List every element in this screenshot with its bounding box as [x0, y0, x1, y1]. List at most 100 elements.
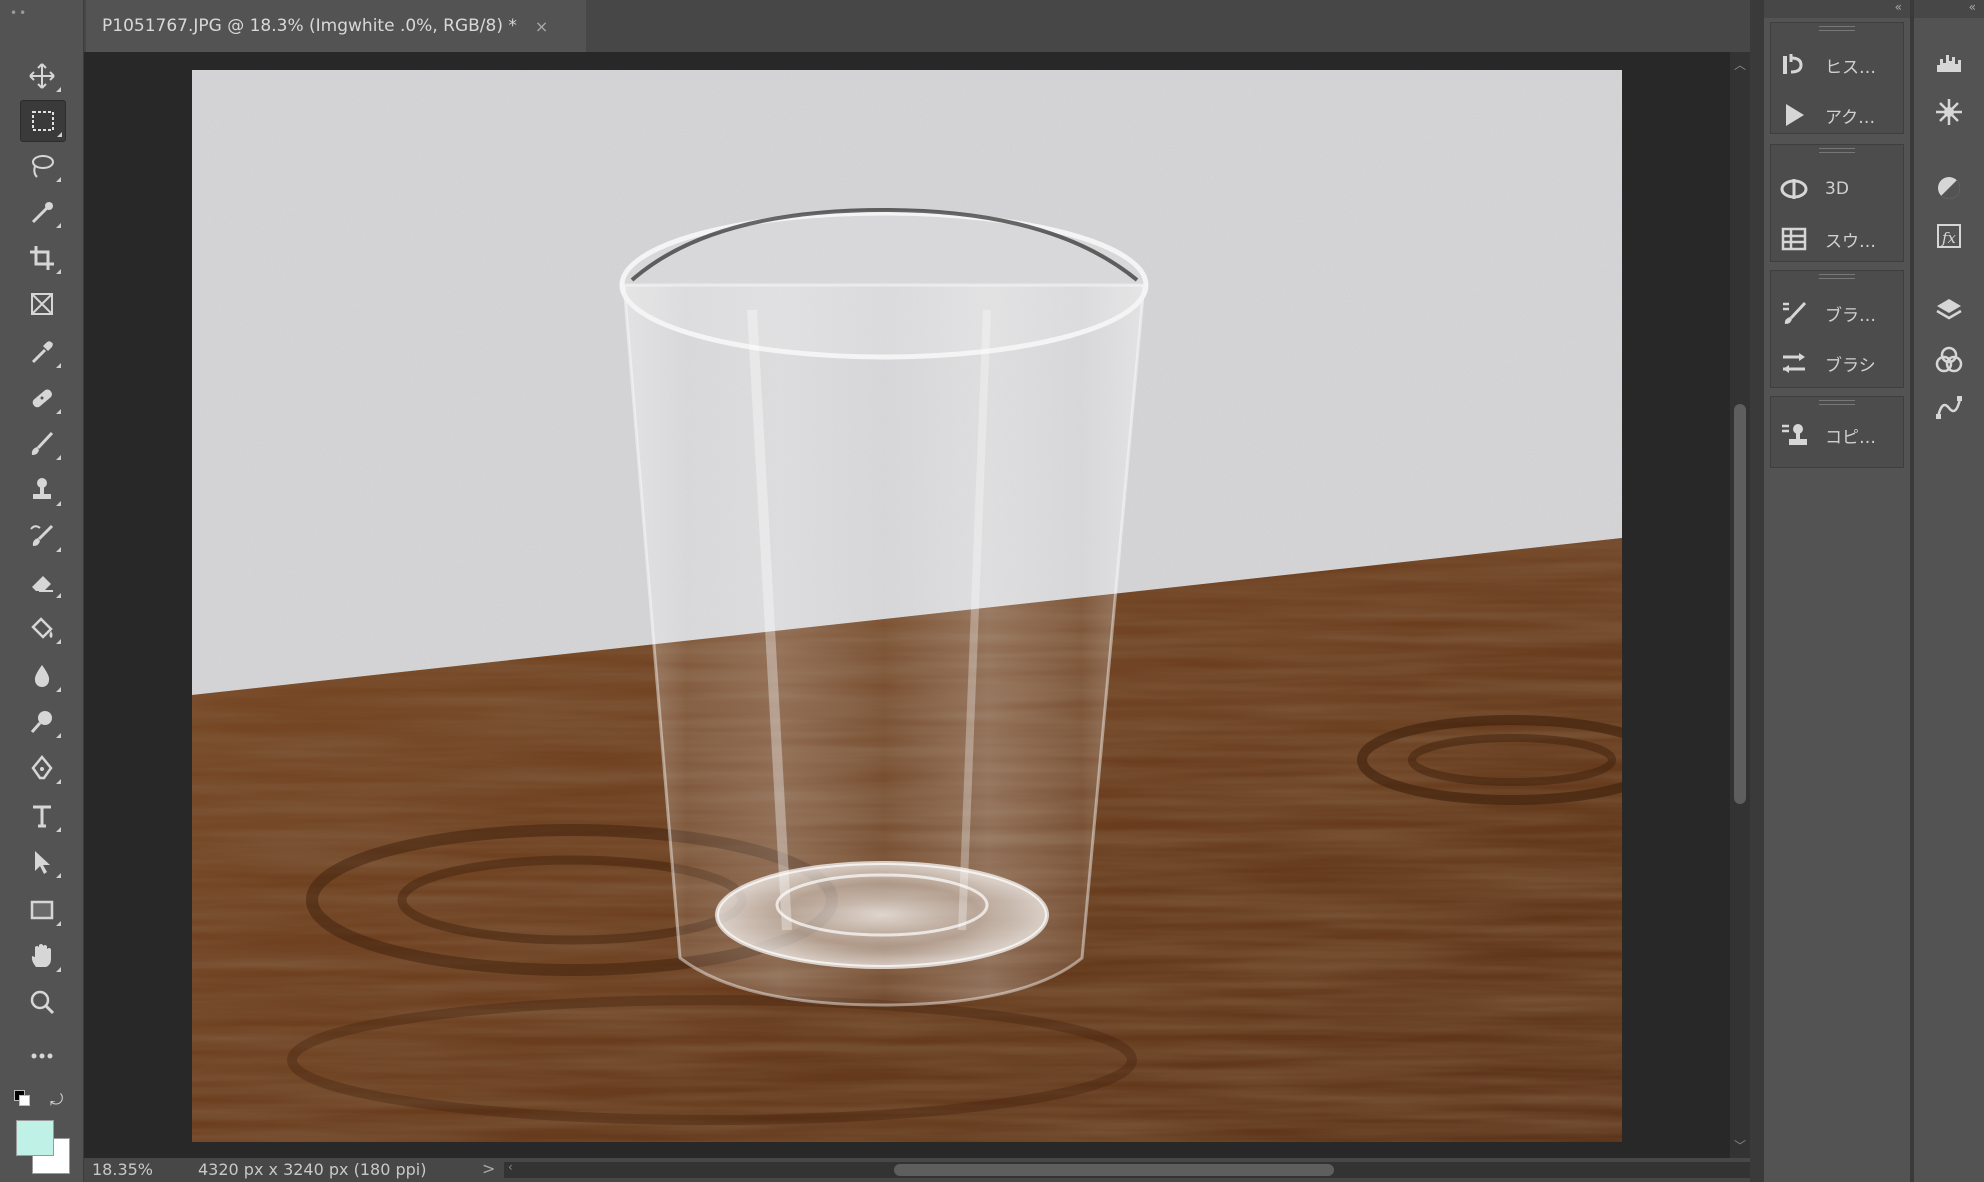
scroll-up-icon[interactable]: ︿ [1730, 56, 1750, 73]
svg-text:fx: fx [1941, 229, 1957, 247]
clone-stamp-tool[interactable] [20, 470, 64, 510]
color-swatches: ⤾ [14, 1090, 74, 1174]
pen-icon [31, 755, 53, 780]
styles-icon: fx [1937, 224, 1961, 248]
dock-header: « [1764, 0, 1910, 18]
3d-panel-label: 3D [1825, 179, 1849, 199]
rectangle-icon [30, 900, 54, 920]
history-panel-button[interactable]: ヒス… [1779, 45, 1899, 85]
frame-icon [31, 293, 53, 315]
eraser-icon [32, 576, 53, 592]
clone-source-panel-label: コピ… [1825, 427, 1876, 448]
horizontal-scrollbar[interactable]: ‹ › [504, 1160, 1804, 1178]
panel-group-history-actions: ヒス… アク… [1770, 22, 1904, 134]
edit-toolbar[interactable] [20, 1036, 64, 1076]
blur-tool[interactable] [20, 656, 64, 696]
default-colors-icon[interactable] [14, 1090, 30, 1106]
play-icon [1786, 104, 1804, 126]
path-selection-tool[interactable] [20, 842, 64, 882]
close-tab-icon[interactable]: × [535, 17, 548, 36]
lasso-icon [32, 155, 54, 178]
swatches-panel-label: スウ… [1825, 231, 1876, 252]
quick-selection-tool[interactable] [20, 192, 64, 232]
panel-group-3d-swatches: 3D スウ… [1770, 144, 1904, 262]
history-brush-tool[interactable] [20, 516, 64, 556]
3d-panel-button[interactable]: 3D [1779, 169, 1899, 209]
zoom-level[interactable]: 18.35% [92, 1160, 153, 1179]
horizontal-scroll-thumb[interactable] [894, 1164, 1334, 1176]
zoom-tool[interactable] [20, 982, 64, 1022]
status-menu-arrow-icon[interactable]: > [482, 1159, 495, 1178]
layers-panel-button[interactable] [1931, 292, 1967, 328]
eyedropper-tool[interactable] [20, 332, 64, 372]
adjustments-panel-button[interactable] [1931, 170, 1967, 206]
collapse-dock-icon[interactable]: « [1895, 0, 1902, 14]
brush-tool[interactable] [20, 424, 64, 464]
move-tool[interactable] [20, 56, 64, 96]
hand-tool[interactable] [20, 936, 64, 976]
clone-source-panel-button[interactable]: コピ… [1779, 415, 1899, 455]
more-icon [31, 1053, 53, 1059]
actions-panel-button[interactable]: アク… [1779, 95, 1899, 135]
panel-group-brushes: ブラ… ブラシ [1770, 270, 1904, 388]
rectangular-marquee-tool[interactable] [20, 100, 66, 142]
pen-tool[interactable] [20, 748, 64, 788]
channels-panel-button[interactable] [1931, 342, 1967, 378]
type-tool[interactable] [20, 796, 64, 836]
paths-panel-button[interactable] [1931, 390, 1967, 426]
dodge-tool[interactable] [20, 702, 64, 742]
brush-icon [31, 431, 54, 455]
photo-glass-on-wood [192, 70, 1622, 1142]
document-canvas[interactable] [192, 70, 1622, 1142]
brush-settings-panel-label: ブラ… [1825, 305, 1876, 326]
dodge-icon [30, 711, 52, 733]
zoom-icon [30, 990, 55, 1015]
actions-panel-label: アク… [1825, 107, 1876, 128]
dock-header-2: « [1914, 0, 1984, 18]
paint-bucket-tool[interactable] [20, 608, 64, 648]
frame-tool[interactable] [20, 284, 64, 324]
histogram-panel-button[interactable] [1931, 44, 1967, 80]
panel-collapse-grip[interactable]: •• [10, 6, 28, 20]
collapse-dock-2-icon[interactable]: « [1969, 0, 1976, 14]
hand-icon [31, 944, 51, 967]
eraser-tool[interactable] [20, 562, 64, 602]
stamp-icon [33, 478, 51, 499]
move-icon [29, 63, 55, 89]
histogram-icon [1937, 55, 1961, 72]
tools-panel: •• ⤾ [0, 0, 84, 1182]
navigator-icon [1936, 99, 1962, 125]
adjustments-icon [1938, 177, 1960, 199]
vertical-scrollbar[interactable]: ︿ ﹀ [1730, 52, 1750, 1158]
document-tab[interactable]: P1051767.JPG @ 18.3% (Imgwhite .0%, RGB/… [86, 0, 586, 52]
arrow-icon [35, 851, 50, 874]
3d-icon [1780, 179, 1808, 199]
layers-icon [1936, 299, 1962, 320]
document-tab-bar: P1051767.JPG @ 18.3% (Imgwhite .0%, RGB/… [84, 0, 1764, 52]
marquee-icon [32, 111, 54, 131]
vertical-scroll-thumb[interactable] [1734, 404, 1746, 804]
document-dimensions: 4320 px x 3240 px (180 ppi) [198, 1160, 427, 1179]
eyedropper-icon [31, 341, 53, 364]
healing-brush-tool[interactable] [20, 378, 64, 418]
foreground-color-swatch[interactable] [16, 1120, 54, 1156]
brushes-panel-button[interactable]: ブラシ [1779, 343, 1899, 383]
styles-panel-button[interactable]: fx [1931, 218, 1967, 254]
history-icon [1783, 54, 1803, 74]
paths-icon [1936, 396, 1962, 419]
swap-colors-icon[interactable]: ⤾ [50, 1090, 63, 1110]
lasso-tool[interactable] [20, 146, 64, 186]
navigator-panel-button[interactable] [1931, 94, 1967, 130]
rectangle-tool[interactable] [20, 890, 64, 930]
brushes-icon [1783, 353, 1805, 373]
swatches-panel-button[interactable]: スウ… [1779, 219, 1899, 259]
channels-icon [1935, 346, 1963, 373]
scroll-down-icon[interactable]: ﹀ [1730, 1137, 1750, 1154]
scroll-left-icon[interactable]: ‹ [508, 1160, 513, 1174]
history-brush-icon [30, 524, 54, 546]
history-panel-label: ヒス… [1825, 57, 1876, 78]
brushes-panel-label: ブラシ [1825, 355, 1876, 376]
crop-tool[interactable] [20, 238, 64, 278]
brush-settings-panel-button[interactable]: ブラ… [1779, 293, 1899, 333]
quick-select-icon [31, 202, 53, 224]
